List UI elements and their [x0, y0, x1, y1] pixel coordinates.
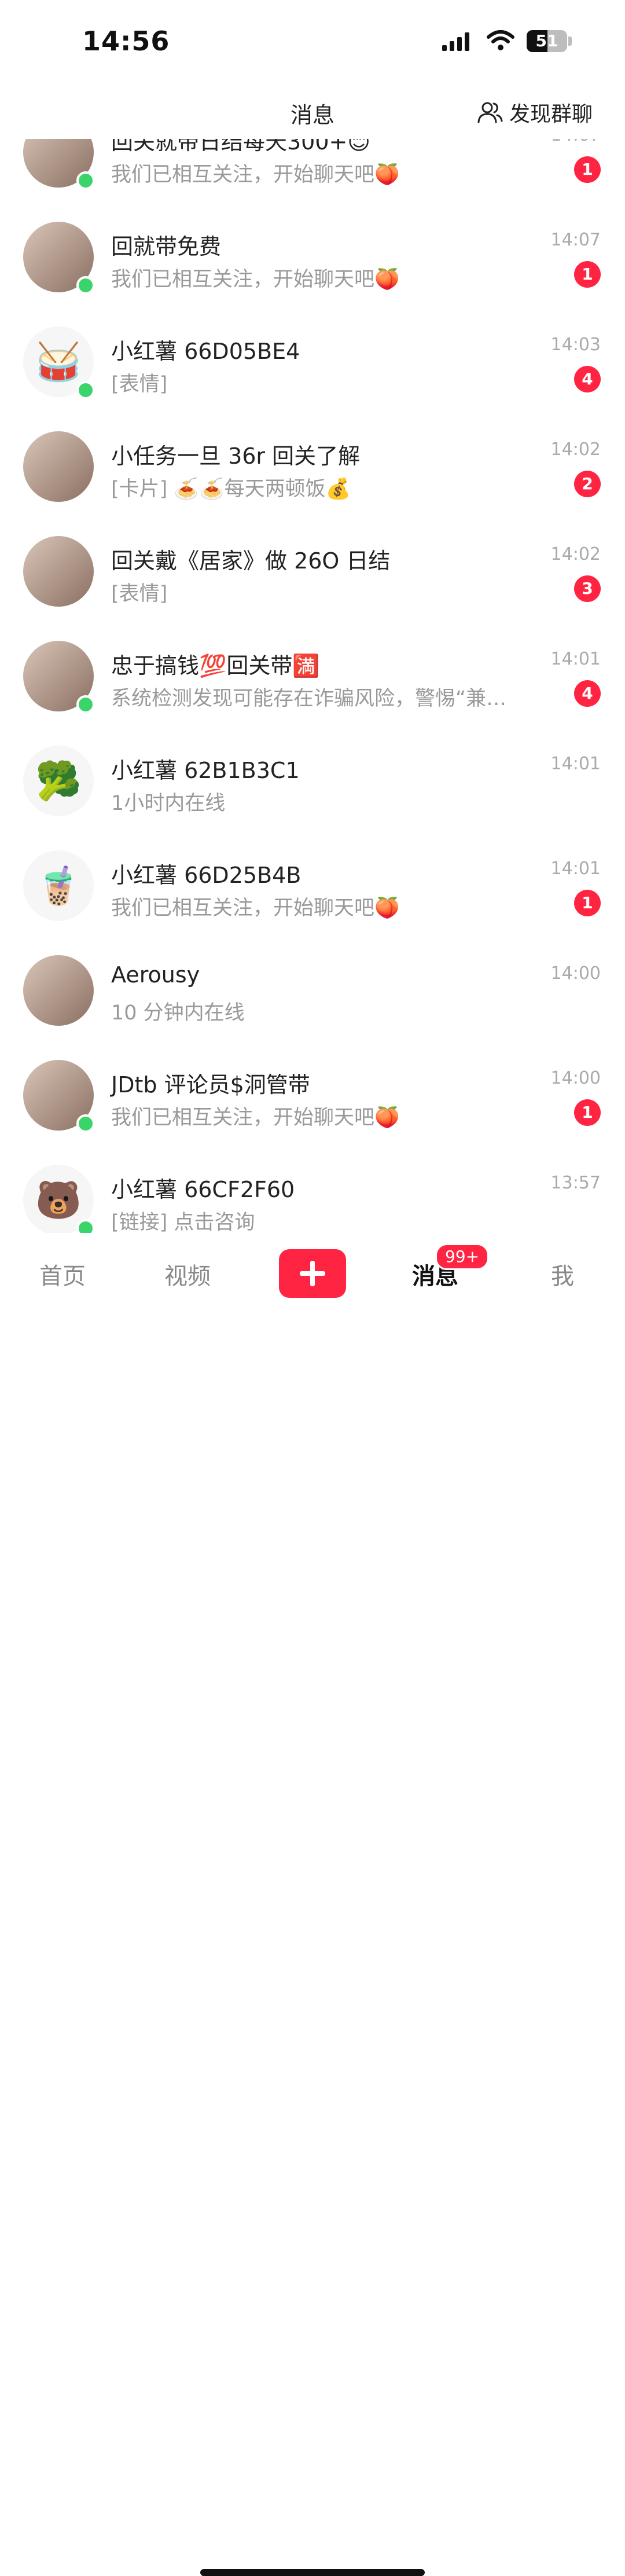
avatar[interactable] [23, 955, 94, 1026]
home-indicator [200, 2569, 425, 2576]
status-time: 14:56 [82, 25, 170, 57]
message-preview: [链接] 点击咨询 [111, 1211, 255, 1233]
message-time: 14:01 [550, 649, 601, 669]
message-preview: 系统检测发现可能存在诈骗风险，警惕“兼… [111, 687, 507, 710]
unread-badge: 4 [574, 680, 601, 707]
unread-badge: 3 [574, 575, 601, 602]
online-indicator [76, 381, 95, 399]
contact-name: 回关就带日结每天300+😊 [111, 139, 370, 155]
message-time: 14:00 [550, 1068, 601, 1088]
contact-name: JDtb 评论员$泂管带 [111, 1072, 310, 1098]
contact-name: Aerousy [111, 962, 200, 988]
conversation-row[interactable]: 🧋 小红薯 66D25B4B 我们已相互关注，开始聊天吧🍑 14:01 1 [0, 832, 625, 937]
online-indicator [76, 276, 95, 295]
online-indicator [76, 1219, 95, 1233]
contact-name: 小红薯 62B1B3C1 [111, 758, 300, 783]
contact-name: 小红薯 66D05BE4 [111, 339, 300, 364]
tab-home[interactable]: 首页 [39, 1257, 86, 1291]
message-preview: 我们已相互关注，开始聊天吧🍑 [111, 897, 400, 920]
conversation-row[interactable]: 🐻 小红薯 66CF2F60 [链接] 点击咨询 13:57 [0, 1146, 625, 1233]
messages-unread-badge: 99+ [435, 1243, 490, 1270]
contact-name: 小任务一旦 36r 回关了解 [111, 443, 361, 469]
conversation-row[interactable]: 🥁 小红薯 66D05BE4 [表情] 14:03 4 [0, 308, 625, 413]
message-preview: [表情] [111, 582, 168, 606]
bubble-tea-icon[interactable]: 🧋 [23, 850, 94, 921]
online-indicator [76, 695, 95, 714]
message-time: 14:03 [550, 335, 601, 355]
status-bar: 14:56 51 [0, 0, 625, 87]
conversation-list[interactable]: 回关就带日结每天300+😊我们已相互关注，开始聊天吧🍑14:071回就带免费我们… [0, 139, 625, 1233]
conversation-row[interactable]: 回关戴《居家》做 26O 日结 [表情] 14:02 3 [0, 518, 625, 622]
bubble-tea-icon: 🧋 [35, 864, 82, 908]
message-time: 14:01 [550, 754, 601, 774]
discover-group-chat-button[interactable]: 发现群聊 [477, 97, 593, 127]
cellular-signal-icon [442, 31, 470, 51]
message-preview: [卡片] 🍝🍝每天两顿饭💰 [111, 478, 351, 501]
message-preview: 我们已相互关注，开始聊天吧🍑 [111, 1106, 400, 1129]
wifi-icon [487, 30, 514, 50]
avatar[interactable] [23, 536, 94, 607]
publish-plus-button[interactable] [279, 1249, 346, 1298]
message-preview: [表情] [111, 373, 168, 396]
conversation-row[interactable]: 🥦 小红薯 62B1B3C1 1小时内在线 14:01 [0, 727, 625, 832]
contact-name: 忠于搞钱💯回关带🈵 [111, 653, 320, 678]
conversation-row[interactable]: Aerousy 10 分钟内在线 14:00 [0, 937, 625, 1041]
message-preview: 我们已相互关注，开始聊天吧🍑 [111, 163, 400, 186]
unread-badge: 1 [574, 890, 601, 916]
contact-name: 小红薯 66D25B4B [111, 863, 302, 888]
tab-me[interactable]: 我 [551, 1257, 574, 1291]
people-icon [477, 102, 503, 123]
unread-badge: 1 [574, 261, 601, 288]
message-time: 14:07 [550, 230, 601, 250]
message-time: 14:01 [550, 858, 601, 879]
conversation-row[interactable]: 回关就带日结每天300+😊 我们已相互关注，开始聊天吧🍑 14:07 1 [0, 139, 625, 203]
message-time: 13:57 [550, 1173, 601, 1193]
battery-percent: 51 [535, 31, 558, 50]
conversation-row[interactable]: 忠于搞钱💯回关带🈵 系统检测发现可能存在诈骗风险，警惕“兼… 14:01 4 [0, 622, 625, 727]
online-indicator [76, 1114, 95, 1133]
bottom-tab-bar: 首页 视频 消息 99+ 我 [0, 1233, 625, 2576]
message-time: 14:00 [550, 963, 601, 984]
avatar[interactable] [23, 431, 94, 502]
conversation-row[interactable]: 小任务一旦 36r 回关了解 [卡片] 🍝🍝每天两顿饭💰 14:02 2 [0, 413, 625, 518]
message-time: 14:02 [550, 439, 601, 460]
unread-badge: 2 [574, 471, 601, 497]
broccoli-icon: 🥦 [35, 759, 82, 803]
message-preview: 1小时内在线 [111, 792, 226, 815]
contact-name: 小红薯 66CF2F60 [111, 1177, 295, 1202]
contact-name: 回就带免费 [111, 234, 222, 259]
broccoli-icon[interactable]: 🥦 [23, 746, 94, 816]
discover-label: 发现群聊 [509, 102, 593, 126]
message-time: 14:02 [550, 544, 601, 564]
message-preview: 我们已相互关注，开始聊天吧🍑 [111, 268, 400, 291]
battery-cap [568, 36, 572, 46]
unread-badge: 1 [574, 1099, 601, 1126]
online-indicator [76, 171, 95, 190]
conversation-row[interactable]: 回就带免费我们已相互关注，开始聊天吧🍑 14:07 1 [0, 203, 625, 308]
battery-icon: 51 [527, 30, 567, 52]
tab-video[interactable]: 视频 [164, 1257, 211, 1291]
message-preview: 10 分钟内在线 [111, 1001, 245, 1025]
unread-badge: 4 [574, 366, 601, 392]
message-time: 14:07 [551, 139, 601, 145]
contact-name: 回关戴《居家》做 26O 日结 [111, 548, 391, 574]
unread-badge: 1 [574, 156, 601, 183]
conversation-row[interactable]: JDtb 评论员$泂管带我们已相互关注，开始聊天吧🍑 14:00 1 [0, 1041, 625, 1146]
header: 消息 发现群聊 [0, 87, 625, 139]
